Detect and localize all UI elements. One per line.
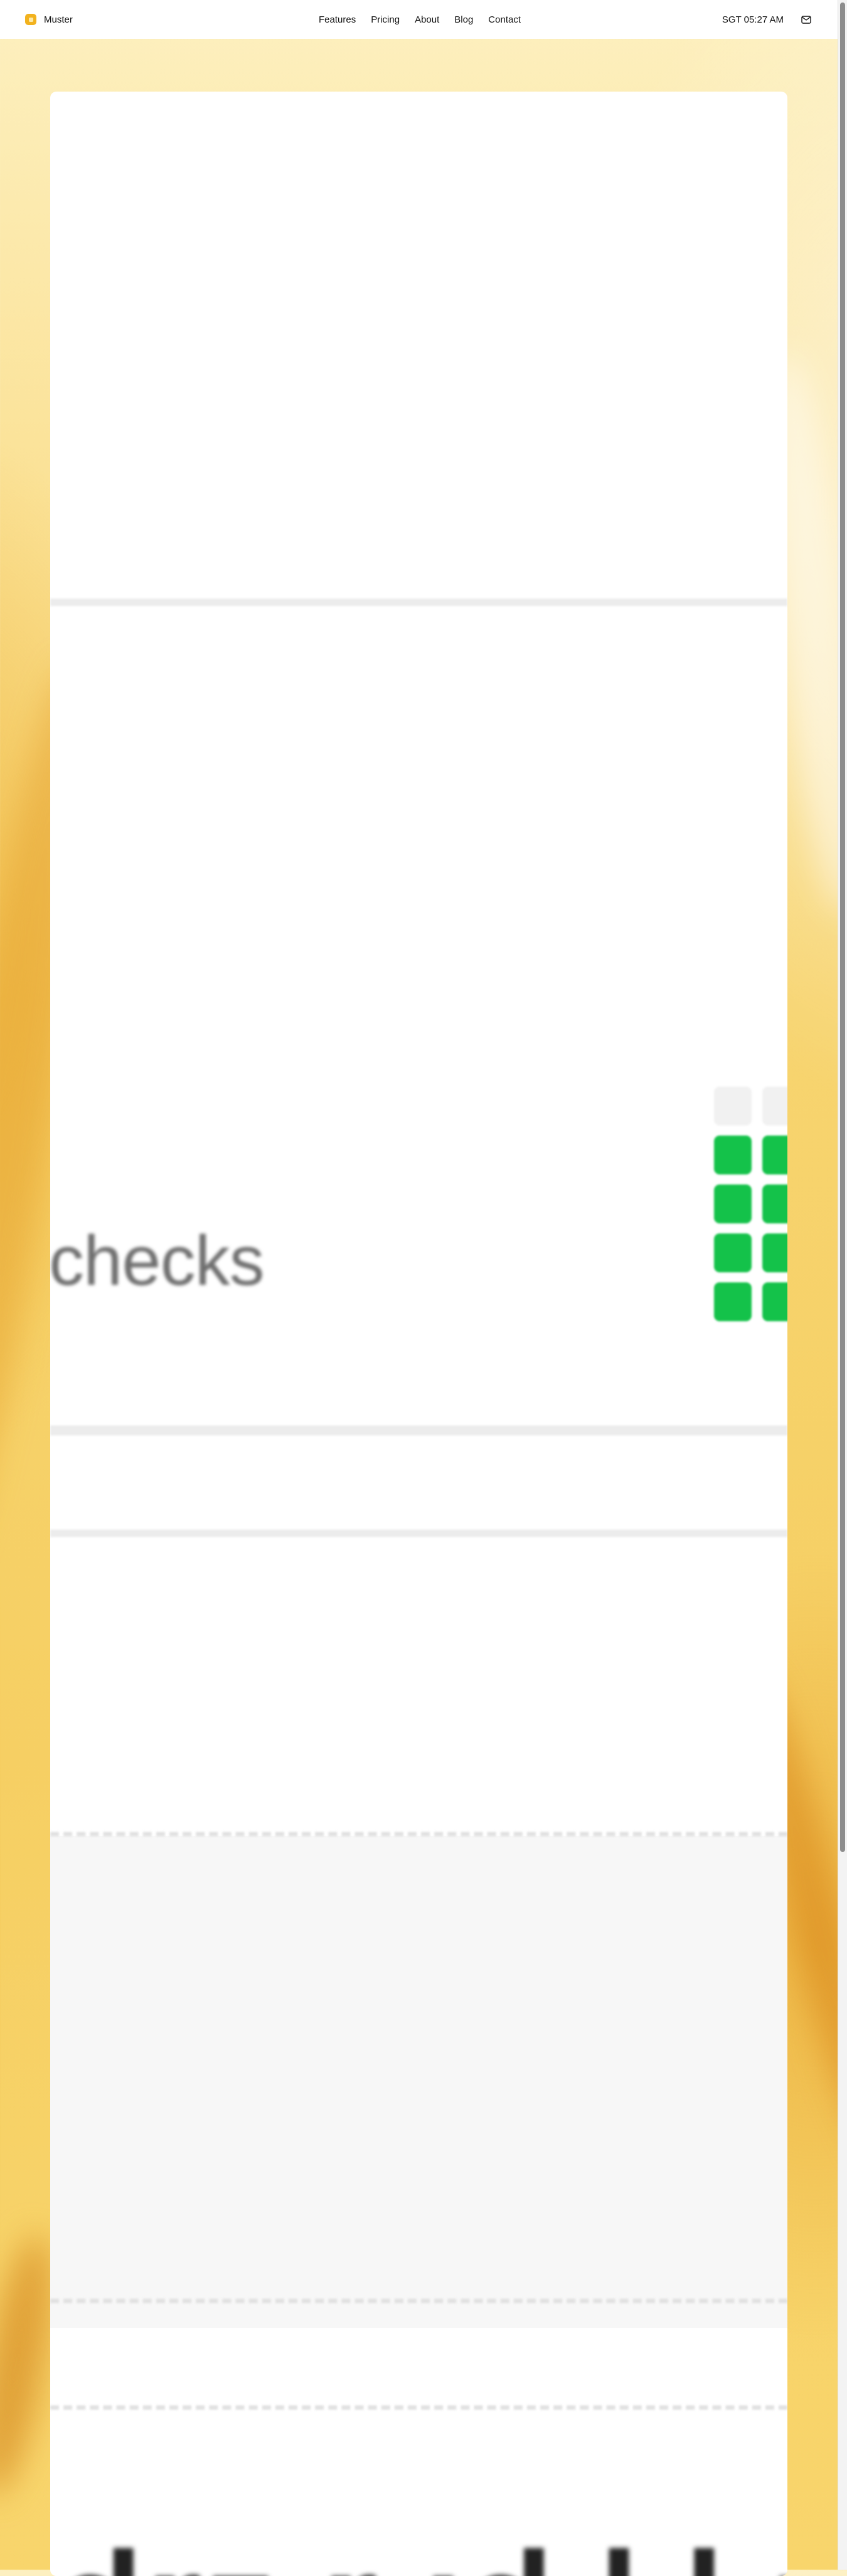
top-navbar: Muster Features Pricing About Blog Conta… xyxy=(0,0,838,39)
dashed-divider xyxy=(50,1832,787,1836)
bottom-heading: drz r ıd l l ı ı xyxy=(55,2531,787,2576)
placeholder-panel xyxy=(50,1836,787,2328)
check-cell-filled xyxy=(762,1184,787,1223)
section-divider xyxy=(50,1425,787,1435)
nav-link-features[interactable]: Features xyxy=(319,14,356,25)
check-cell-filled xyxy=(762,1282,787,1321)
check-cell-empty xyxy=(762,1087,787,1126)
nav-link-pricing[interactable]: Pricing xyxy=(371,14,400,25)
nav-link-blog[interactable]: Blog xyxy=(454,14,473,25)
local-time-clock: SGT 05:27 AM xyxy=(722,14,784,25)
checks-heading: checks xyxy=(50,1221,265,1300)
main-content-card: checks drz r ıd l l ı ı xyxy=(50,92,787,2576)
section-divider xyxy=(50,1530,787,1537)
check-cell-filled xyxy=(714,1282,752,1321)
dashed-divider xyxy=(50,2405,787,2410)
check-cell-filled xyxy=(762,1233,787,1272)
check-cell-empty xyxy=(714,1087,752,1126)
section-divider xyxy=(50,599,787,606)
mail-icon[interactable] xyxy=(800,13,812,26)
dashed-divider xyxy=(50,2299,787,2303)
header-right: SGT 05:27 AM xyxy=(722,0,812,39)
page-scrollbar[interactable] xyxy=(838,0,847,2570)
check-cell-filled xyxy=(714,1184,752,1223)
brand-home-link[interactable]: Muster xyxy=(25,14,73,25)
brand-name: Muster xyxy=(44,14,73,25)
brand-logo-icon xyxy=(25,14,36,25)
scrollbar-thumb[interactable] xyxy=(840,3,845,1852)
check-cell-filled xyxy=(762,1136,787,1174)
nav-link-contact[interactable]: Contact xyxy=(488,14,521,25)
check-cell-filled xyxy=(714,1136,752,1174)
nav-link-about[interactable]: About xyxy=(415,14,439,25)
check-cell-filled xyxy=(714,1233,752,1272)
main-nav: Features Pricing About Blog Contact xyxy=(319,0,521,39)
